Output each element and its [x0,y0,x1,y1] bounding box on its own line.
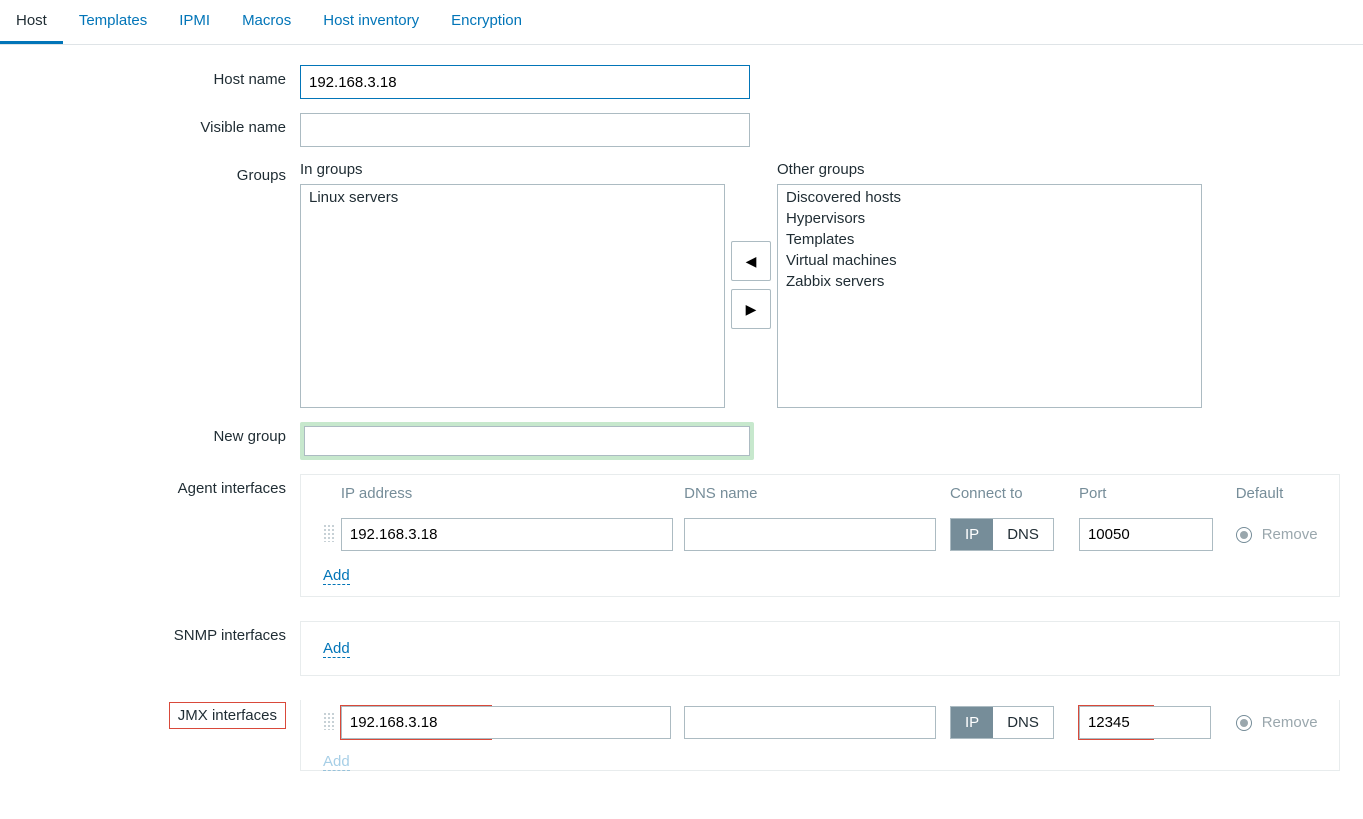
jmx-port-highlight [1079,706,1153,739]
jmx-ip-highlight [341,706,491,739]
list-item[interactable]: Discovered hosts [778,187,1201,208]
tab-host[interactable]: Host [0,0,63,44]
tab-bar: Host Templates IPMI Macros Host inventor… [0,0,1363,45]
label-snmp-interfaces: SNMP interfaces [0,621,300,644]
label-jmx-interfaces: JMX interfaces [0,700,300,729]
tab-host-inventory[interactable]: Host inventory [307,0,435,44]
label-groups: Groups [0,161,300,184]
jmx-connect-dns-button[interactable]: DNS [993,707,1053,738]
col-dns-header: DNS name [684,485,950,502]
agent-connect-segmented: IP DNS [950,518,1054,551]
label-host-name: Host name [0,65,300,88]
interface-row: IP DNS Remove [301,510,1339,559]
tab-encryption[interactable]: Encryption [435,0,538,44]
col-ip-header: IP address [341,485,684,502]
col-port-header: Port [1079,485,1236,502]
snmp-add-link[interactable]: Add [323,640,350,658]
jmx-port-input-tail[interactable] [1153,706,1211,739]
label-visible-name: Visible name [0,113,300,136]
label-in-groups: In groups [300,161,725,178]
agent-connect-ip-button[interactable]: IP [951,519,993,550]
drag-handle-icon[interactable] [323,712,335,730]
list-item[interactable]: Zabbix servers [778,271,1201,292]
agent-interfaces-table: IP address DNS name Connect to Port Defa… [300,474,1340,597]
jmx-dns-input[interactable] [684,706,936,739]
drag-handle-icon[interactable] [323,524,335,542]
agent-dns-input[interactable] [684,518,936,551]
tab-ipmi[interactable]: IPMI [163,0,226,44]
jmx-default-radio[interactable] [1236,715,1252,731]
label-other-groups: Other groups [777,161,1202,178]
jmx-add-link[interactable]: Add [323,753,350,771]
agent-remove-link: Remove [1262,526,1318,543]
list-item[interactable]: Hypervisors [778,208,1201,229]
move-left-button[interactable]: ◀ [731,241,771,281]
jmx-interfaces-table: IP DNS Remove Add [300,700,1340,771]
agent-add-link[interactable]: Add [323,567,350,585]
agent-connect-dns-button[interactable]: DNS [993,519,1053,550]
visible-name-input[interactable] [300,113,750,147]
interface-row: IP DNS Remove [301,700,1339,745]
jmx-port-input[interactable] [1079,706,1153,739]
jmx-remove-link: Remove [1262,714,1318,731]
jmx-connect-ip-button[interactable]: IP [951,707,993,738]
agent-default-radio[interactable] [1236,527,1252,543]
jmx-ip-input[interactable] [341,706,491,739]
triangle-right-icon: ▶ [746,301,757,318]
snmp-interfaces-box: Add [300,621,1340,676]
jmx-label-highlight: JMX interfaces [169,702,286,729]
move-right-button[interactable]: ▶ [731,289,771,329]
tab-templates[interactable]: Templates [63,0,163,44]
agent-ip-input[interactable] [341,518,673,551]
list-item[interactable]: Templates [778,229,1201,250]
agent-port-input[interactable] [1079,518,1213,551]
tab-macros[interactable]: Macros [226,0,307,44]
col-default-header: Default [1236,485,1325,502]
col-connect-header: Connect to [950,485,1079,502]
label-agent-interfaces: Agent interfaces [0,474,300,497]
triangle-left-icon: ◀ [746,253,757,270]
label-new-group: New group [0,422,300,445]
host-name-input[interactable] [300,65,750,99]
new-group-highlight [300,422,754,460]
new-group-input[interactable] [304,426,750,456]
jmx-connect-segmented: IP DNS [950,706,1054,739]
in-groups-listbox[interactable]: Linux servers [300,184,725,408]
list-item[interactable]: Virtual machines [778,250,1201,271]
other-groups-listbox[interactable]: Discovered hosts Hypervisors Templates V… [777,184,1202,408]
list-item[interactable]: Linux servers [301,187,724,208]
jmx-ip-input-tail[interactable] [491,706,671,739]
